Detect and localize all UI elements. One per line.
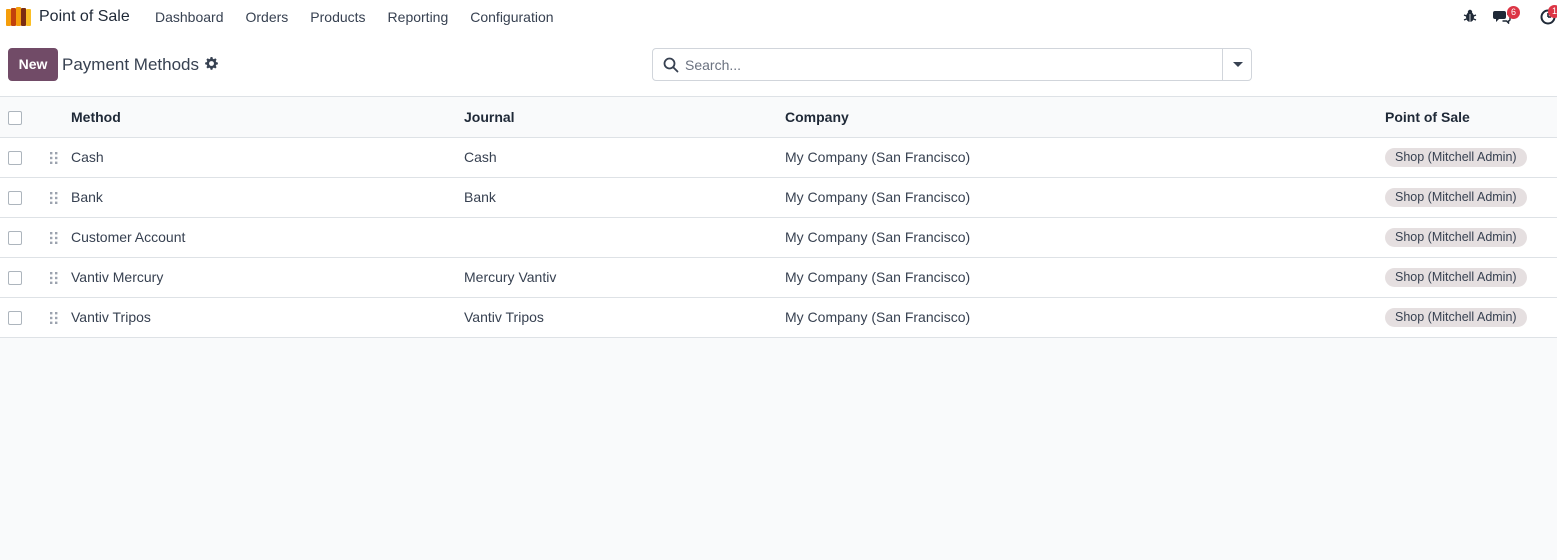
row-checkbox[interactable] [8, 151, 22, 166]
cell-journal [464, 217, 785, 258]
pos-tag: Shop (Mitchell Admin) [1385, 267, 1527, 287]
table-header-row: Method Journal Company Point of Sale [0, 97, 1557, 138]
row-checkbox[interactable] [8, 271, 22, 286]
cell-journal: Cash [464, 137, 785, 178]
menu-orders[interactable]: Orders [235, 0, 300, 34]
payment-methods-table: Method Journal Company Point of Sale Cas… [0, 97, 1557, 338]
menu-products[interactable]: Products [299, 0, 376, 34]
drag-handle-icon[interactable] [49, 231, 59, 245]
drag-handle-icon[interactable] [49, 191, 59, 205]
chevron-down-icon [1233, 62, 1243, 67]
menu-dashboard[interactable]: Dashboard [144, 0, 235, 34]
cell-company: My Company (San Francisco) [785, 137, 1385, 178]
column-header-journal[interactable]: Journal [464, 97, 785, 138]
cell-journal: Bank [464, 177, 785, 218]
drag-handle-icon[interactable] [49, 271, 59, 285]
row-checkbox[interactable] [8, 191, 22, 206]
table-row[interactable]: Vantiv Mercury Mercury Vantiv My Company… [0, 257, 1557, 298]
cell-company: My Company (San Francisco) [785, 217, 1385, 258]
cell-method: Cash [71, 137, 464, 178]
select-all-checkbox[interactable] [8, 110, 22, 125]
cell-method: Vantiv Tripos [71, 297, 464, 338]
cell-method: Bank [71, 177, 464, 218]
drag-handle-icon[interactable] [49, 151, 59, 165]
app-title[interactable]: Point of Sale [39, 8, 130, 26]
table-row[interactable]: Customer Account My Company (San Francis… [0, 217, 1557, 258]
search-input[interactable] [685, 49, 1220, 80]
column-header-point-of-sale[interactable]: Point of Sale [1385, 97, 1557, 138]
column-header-company[interactable]: Company [785, 97, 1385, 138]
search-icon [663, 57, 679, 73]
cell-journal: Vantiv Tripos [464, 297, 785, 338]
search-options-toggle[interactable] [1222, 49, 1251, 80]
cell-method: Customer Account [71, 217, 464, 258]
cell-company: My Company (San Francisco) [785, 177, 1385, 218]
table-row[interactable]: Vantiv Tripos Vantiv Tripos My Company (… [0, 297, 1557, 338]
table-row[interactable]: Bank Bank My Company (San Francisco) Sho… [0, 177, 1557, 218]
row-checkbox[interactable] [8, 231, 22, 246]
cell-company: My Company (San Francisco) [785, 297, 1385, 338]
table-row[interactable]: Cash Cash My Company (San Francisco) Sho… [0, 137, 1557, 178]
gear-icon[interactable] [205, 57, 218, 70]
cell-method: Vantiv Mercury [71, 257, 464, 298]
pos-tag: Shop (Mitchell Admin) [1385, 307, 1527, 327]
cell-journal: Mercury Vantiv [464, 257, 785, 298]
menu-reporting[interactable]: Reporting [377, 0, 460, 34]
search-bar [652, 48, 1252, 81]
menu-configuration[interactable]: Configuration [459, 0, 564, 34]
top-navbar: Point of Sale Dashboard Orders Products … [0, 0, 1557, 34]
messages-badge: 6 [1507, 6, 1520, 19]
new-button[interactable]: New [8, 48, 58, 81]
cell-company: My Company (San Francisco) [785, 257, 1385, 298]
pos-tag: Shop (Mitchell Admin) [1385, 227, 1527, 247]
drag-handle-icon[interactable] [49, 311, 59, 325]
activity-badge: 1 [1548, 5, 1557, 18]
select-all-cell [0, 97, 44, 138]
main-menu: Dashboard Orders Products Reporting Conf… [144, 0, 565, 34]
pos-tag: Shop (Mitchell Admin) [1385, 147, 1527, 167]
page-title[interactable]: Payment Methods [62, 55, 199, 75]
column-header-method[interactable]: Method [71, 97, 464, 138]
row-checkbox[interactable] [8, 311, 22, 326]
control-panel: New Payment Methods [0, 34, 1557, 97]
debug-bug-icon[interactable] [1463, 9, 1477, 23]
pos-app-icon[interactable] [5, 7, 32, 27]
pos-tag: Shop (Mitchell Admin) [1385, 187, 1527, 207]
